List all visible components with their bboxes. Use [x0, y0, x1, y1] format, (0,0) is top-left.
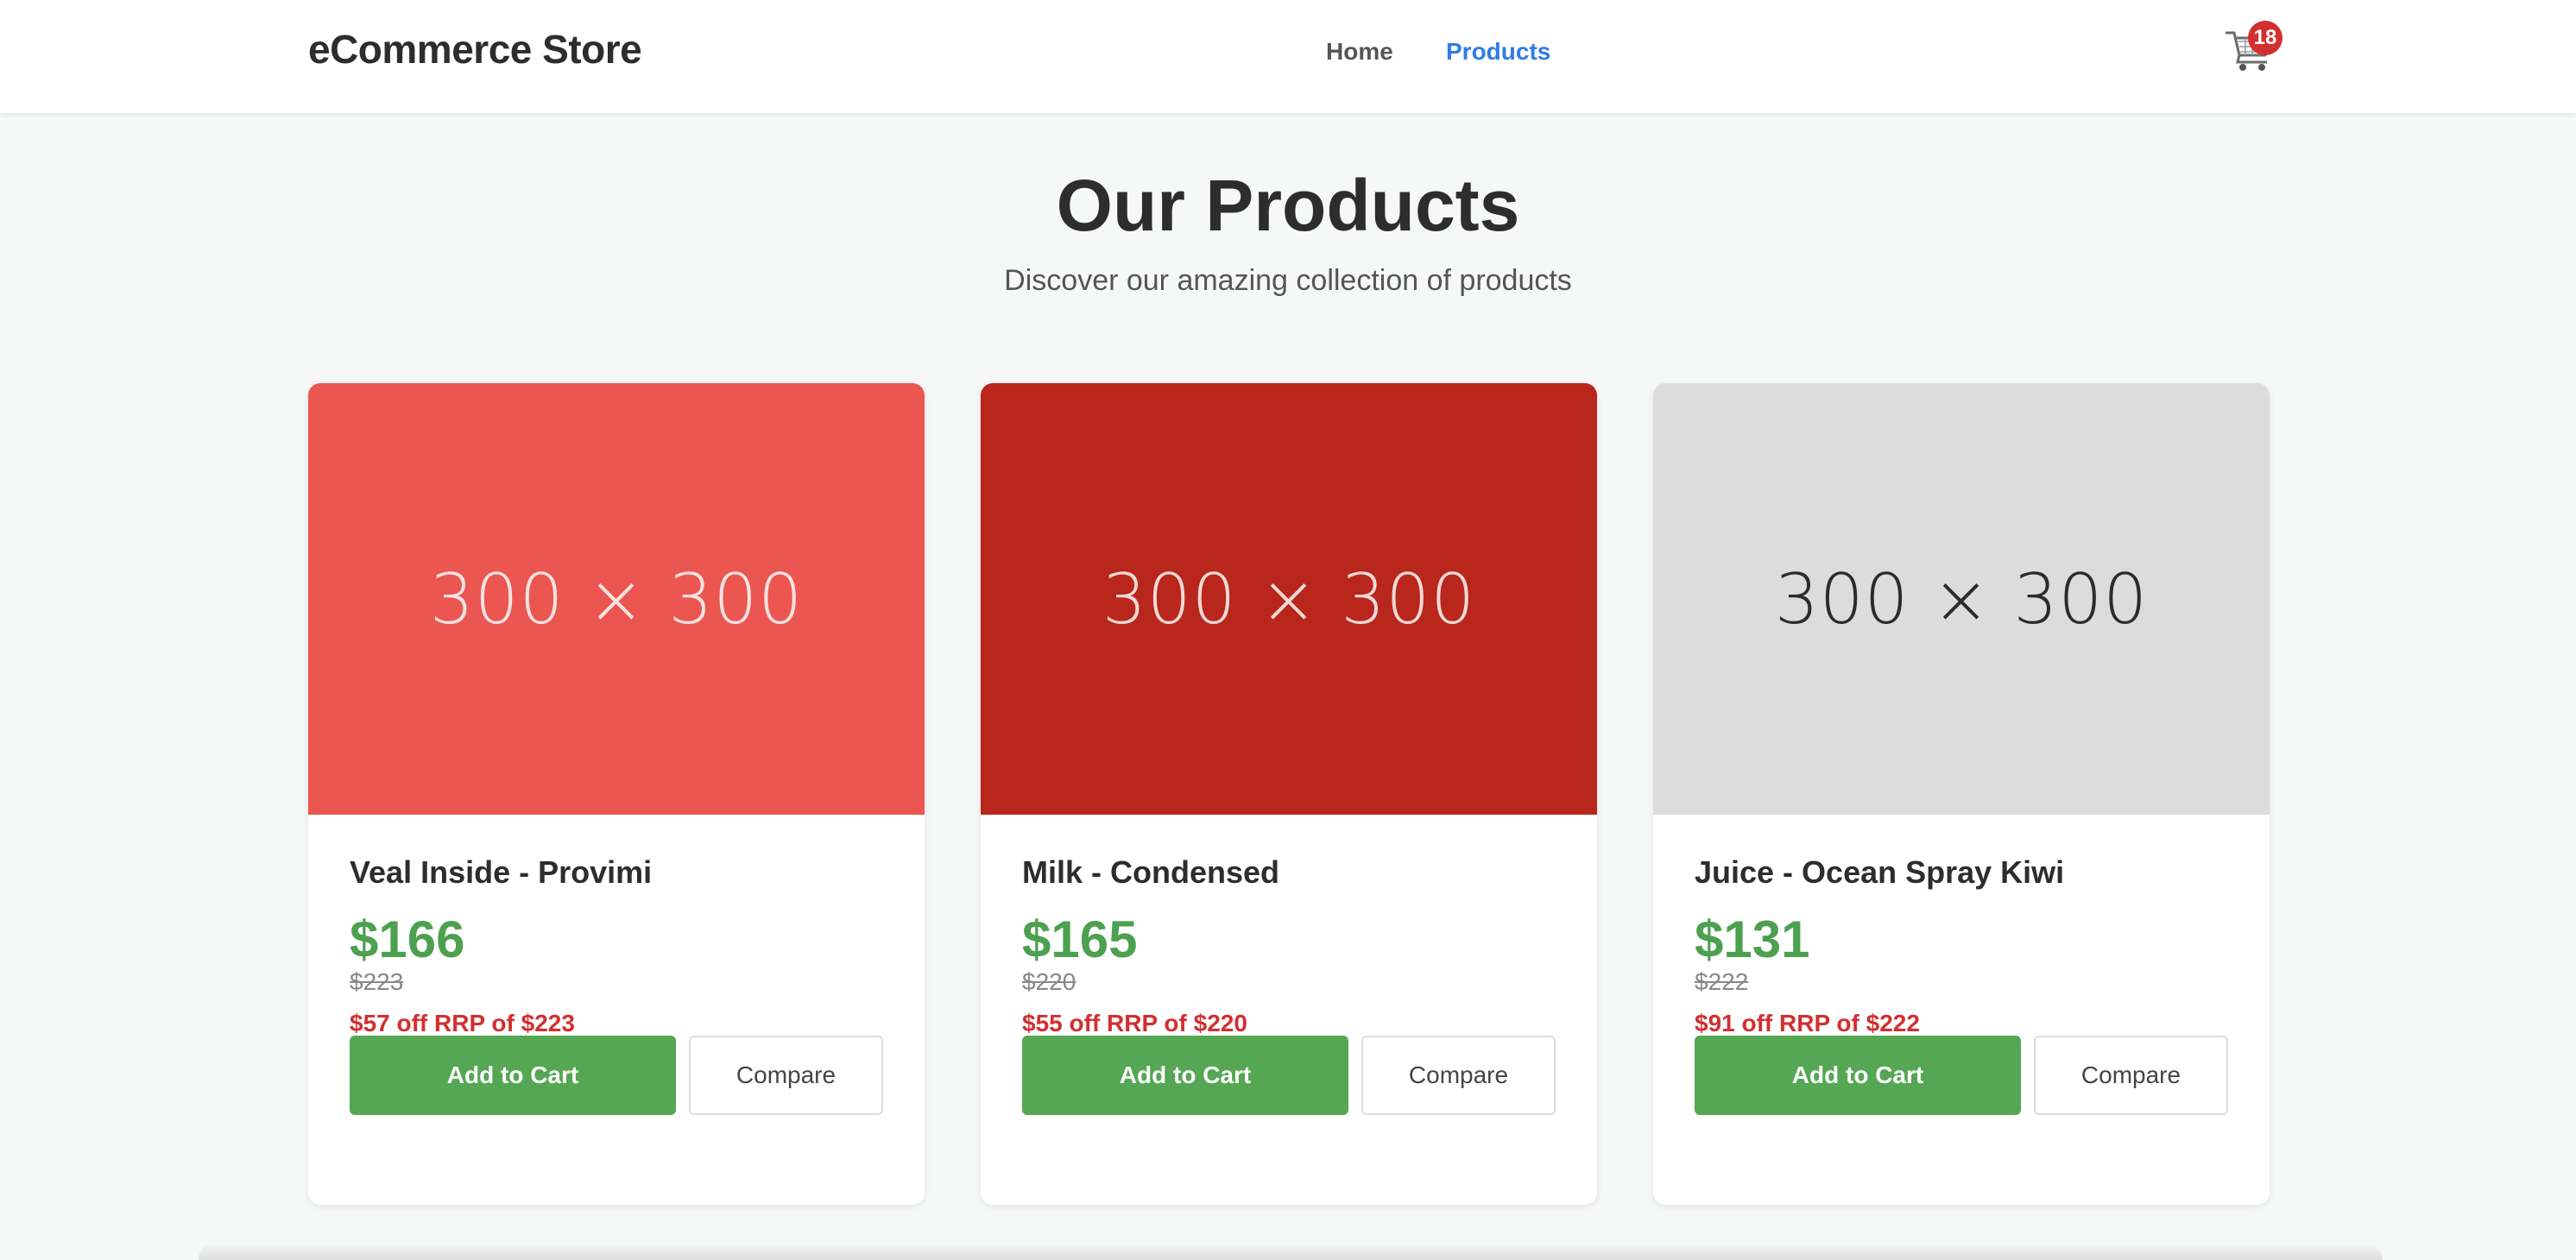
add-to-cart-button[interactable]: Add to Cart	[1022, 1036, 1348, 1115]
product-name[interactable]: Milk - Condensed	[1022, 854, 1279, 891]
compare-button[interactable]: Compare	[1361, 1036, 1556, 1115]
image-placeholder-text: 300 × 300	[1774, 558, 2149, 639]
nav-link-products[interactable]: Products	[1446, 38, 1550, 66]
product-saving: $91 off RRP of $222	[1695, 1010, 1920, 1036]
product-rrp: $220	[1022, 968, 1076, 995]
product-rrp: $222	[1695, 968, 1749, 995]
product-card: 300 × 300 Milk - Condensed $165 $220 $55…	[981, 383, 1597, 1205]
add-to-cart-button[interactable]: Add to Cart	[1695, 1036, 2021, 1115]
add-to-cart-button[interactable]: Add to Cart	[350, 1036, 676, 1115]
product-price: $166	[350, 910, 465, 968]
product-image[interactable]: 300 × 300	[308, 383, 925, 815]
product-image[interactable]: 300 × 300	[1653, 383, 2270, 815]
page-subtitle: Discover our amazing collection of produ…	[1004, 264, 1572, 297]
cart-count-badge: 18	[2248, 21, 2282, 55]
product-name[interactable]: Juice - Ocean Spray Kiwi	[1695, 854, 2064, 891]
bottom-panel-shadow	[199, 1243, 2383, 1260]
product-saving: $55 off RRP of $220	[1022, 1010, 1247, 1036]
compare-button[interactable]: Compare	[689, 1036, 883, 1115]
site-header: eCommerce Store Home Products 18	[0, 0, 2576, 113]
image-placeholder-text: 300 × 300	[1102, 558, 1476, 639]
product-price: $131	[1695, 910, 1810, 968]
page-title: Our Products	[1056, 165, 1520, 246]
product-price: $165	[1022, 910, 1138, 968]
product-card: 300 × 300 Juice - Ocean Spray Kiwi $131 …	[1653, 383, 2270, 1205]
brand-logo-text[interactable]: eCommerce Store	[308, 26, 642, 72]
product-name[interactable]: Veal Inside - Provimi	[350, 854, 652, 891]
compare-button[interactable]: Compare	[2034, 1036, 2228, 1115]
image-placeholder-text: 300 × 300	[429, 558, 804, 639]
product-card: 300 × 300 Veal Inside - Provimi $166 $22…	[308, 383, 925, 1205]
product-rrp: $223	[350, 968, 404, 995]
nav-link-home[interactable]: Home	[1326, 38, 1393, 66]
product-saving: $57 off RRP of $223	[350, 1010, 575, 1036]
product-grid: 300 × 300 Veal Inside - Provimi $166 $22…	[308, 383, 2270, 1206]
product-image[interactable]: 300 × 300	[981, 383, 1597, 815]
